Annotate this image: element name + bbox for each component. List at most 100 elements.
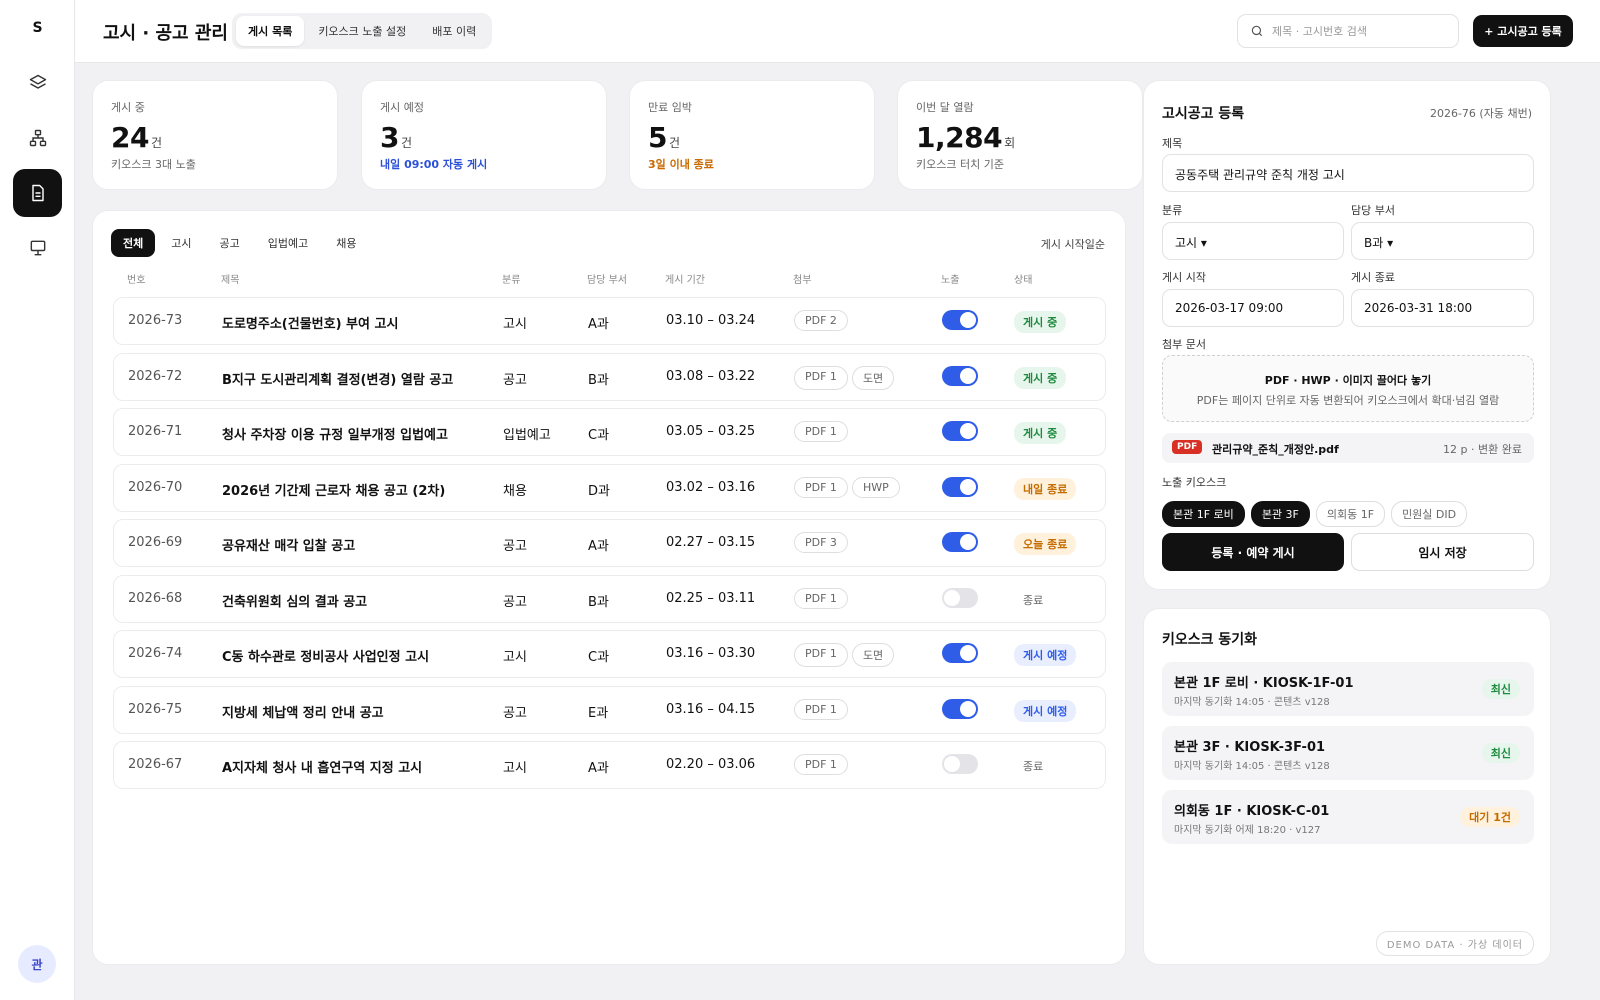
attachment-pill[interactable]: PDF 1 <box>794 698 848 720</box>
attachment-pill[interactable]: 도면 <box>851 643 895 667</box>
table-row[interactable]: 2026-69 공유재산 매각 입찰 공고 공고 A과 02.27 – 03.15 PDF… <box>113 519 1106 567</box>
search-input[interactable] <box>1272 24 1442 38</box>
sync-item[interactable]: 본관 3F · KIOSK-3F-01 마지막 동기화 14:05 · 콘텐츠 … <box>1162 726 1534 780</box>
notice-number: 2026-69 <box>128 535 183 550</box>
kiosk-exposure-toggle[interactable] <box>942 587 978 608</box>
attachments: PDF 1 도면 <box>794 643 895 667</box>
start-datetime-field[interactable]: 2026-03-17 09:00 <box>1162 289 1344 327</box>
kiosk-chip[interactable]: 민원실 DID <box>1391 501 1468 527</box>
table-row[interactable]: 2026-67 A지자체 청사 내 흡연구역 지정 고시 고시 A과 02.20 – 0… <box>113 741 1106 789</box>
filter-announcement[interactable]: 공고 <box>208 229 252 257</box>
sync-item[interactable]: 의회동 1F · KIOSK-C-01 마지막 동기화 어제 18:20 · v… <box>1162 790 1534 844</box>
attached-file[interactable]: PDF 관리규약_준칙_개정안.pdf 12 p · 변환 완료 <box>1162 433 1534 463</box>
notice-period: 03.16 – 04.15 <box>666 701 756 717</box>
notice-title[interactable]: 건축위원회 심의 결과 공고 <box>222 591 367 610</box>
notice-title[interactable]: 도로명주소(건물번호) 부여 고시 <box>222 313 398 332</box>
notice-dept: B과 <box>588 594 609 610</box>
tab-list[interactable]: 게시 목록 <box>236 16 305 46</box>
attachment-pill[interactable]: PDF 1 <box>794 643 848 667</box>
filter-recruit[interactable]: 채용 <box>324 229 368 257</box>
table-row[interactable]: 2026-68 건축위원회 심의 결과 공고 공고 B과 02.25 – 03.11 PD… <box>113 574 1106 623</box>
notice-title[interactable]: 2026년 기간제 근로자 채용 공고 (2차) <box>222 480 445 499</box>
table-row[interactable]: 2026-72 B지구 도시관리계획 결정(변경) 열람 공고 공고 B과 03.08 … <box>113 352 1106 401</box>
layers-icon <box>29 74 46 89</box>
table-row[interactable]: 2026-75 지방세 체납액 정리 안내 공고 공고 E과 03.16 – 04.15… <box>113 685 1106 734</box>
table-row[interactable]: 2026-74 C동 하수관로 정비공사 사업인정 고시 고시 C과 03.16 – 0… <box>113 630 1106 678</box>
monitor-icon <box>30 240 45 256</box>
notice-title[interactable]: C동 하수관로 정비공사 사업인정 고시 <box>222 646 429 665</box>
filter-all[interactable]: 전체 <box>111 229 156 257</box>
notice-title[interactable]: B지구 도시관리계획 결정(변경) 열람 공고 <box>222 369 453 388</box>
start-label: 게시 시작 <box>1162 271 1206 284</box>
filter-notice[interactable]: 고시 <box>159 229 203 257</box>
filter-legislation[interactable]: 입법예고 <box>256 229 320 257</box>
kiosk-exposure-toggle[interactable] <box>942 698 978 719</box>
stat-sub: 3일 이내 종료 <box>648 158 714 171</box>
sync-status-badge: 최신 <box>1481 679 1520 699</box>
kiosk-chip[interactable]: 본관 3F <box>1250 501 1310 527</box>
category-select[interactable]: 고시 ▾ <box>1162 222 1344 260</box>
stat-label: 만료 임박 <box>648 101 692 114</box>
nav-notices-button[interactable] <box>13 169 62 217</box>
kiosk-exposure-toggle[interactable] <box>942 310 978 330</box>
nav-layers-button[interactable] <box>13 59 62 107</box>
attachment-pill[interactable]: PDF 1 <box>794 421 848 442</box>
nav-org-button[interactable] <box>13 114 62 162</box>
notice-period: 03.02 – 03.16 <box>666 479 756 495</box>
add-notice-button[interactable]: + 고시공고 등록 <box>1473 15 1573 47</box>
sync-item[interactable]: 본관 1F 로비 · KIOSK-1F-01 마지막 동기화 14:05 · 콘… <box>1162 662 1534 716</box>
save-draft-button[interactable]: 임시 저장 <box>1351 533 1534 571</box>
notice-title[interactable]: 지방세 체납액 정리 안내 공고 <box>222 702 384 721</box>
submit-schedule-button[interactable]: 등록 · 예약 게시 <box>1162 533 1344 571</box>
attachment-pill[interactable]: PDF 3 <box>794 532 848 553</box>
attachment-pill[interactable]: 도면 <box>851 365 895 390</box>
notice-title[interactable]: A지자체 청사 내 흡연구역 지정 고시 <box>222 757 422 776</box>
kiosk-selector: 본관 1F 로비 본관 3F 의회동 1F 민원실 DID <box>1162 501 1468 527</box>
kiosk-chip[interactable]: 의회동 1F <box>1315 501 1386 527</box>
nav-kiosk-button[interactable] <box>13 224 62 272</box>
sort-dropdown[interactable]: 게시 시작일순 <box>1041 236 1105 252</box>
title-field[interactable]: 공동주택 관리규약 준칙 개정 고시 <box>1162 154 1534 192</box>
table-row[interactable]: 2026-73 도로명주소(건물번호) 부여 고시 고시 A과 03.10 – 03.2… <box>113 297 1106 345</box>
kiosk-exposure-toggle[interactable] <box>942 421 978 441</box>
user-avatar[interactable]: 관 <box>18 945 56 983</box>
dept-label: 담당 부서 <box>1351 204 1395 217</box>
notice-number: 2026-71 <box>128 424 183 439</box>
end-datetime-field[interactable]: 2026-03-31 18:00 <box>1351 289 1534 327</box>
search-box[interactable] <box>1237 14 1459 48</box>
status-badge: 오늘 종료 <box>1014 533 1077 555</box>
attachments: PDF 1 HWP <box>794 476 900 498</box>
kiosk-exposure-toggle[interactable] <box>942 643 978 663</box>
notice-dept: E과 <box>588 705 609 721</box>
table-row[interactable]: 2026-71 청사 주차장 이용 규정 일부개정 입법예고 입법예고 C과 03.05… <box>113 408 1106 456</box>
notice-list-card: 전체 고시 공고 입법예고 채용 게시 시작일순 번호 제목 분류 담당 부서 … <box>92 210 1126 965</box>
status-badge: 게시 예정 <box>1014 644 1077 666</box>
attachment-pill[interactable]: PDF 1 <box>794 476 848 498</box>
notice-category: 공고 <box>503 539 527 554</box>
tab-kiosk-settings[interactable]: 키오스크 노출 설정 <box>306 16 418 46</box>
app-logo[interactable]: S <box>0 20 75 36</box>
table-row[interactable]: 2026-70 2026년 기간제 근로자 채용 공고 (2차) 채용 D과 03.02… <box>113 463 1106 512</box>
kiosk-exposure-toggle[interactable] <box>942 365 978 386</box>
attachments: PDF 2 <box>794 310 848 331</box>
notice-title[interactable]: 청사 주차장 이용 규정 일부개정 입법예고 <box>222 424 448 443</box>
tab-history[interactable]: 배포 이력 <box>420 16 488 46</box>
notice-period: 02.20 – 03.06 <box>666 757 756 772</box>
file-dropzone[interactable]: PDF · HWP · 이미지 끌어다 놓기 PDF는 페이지 단위로 자동 변… <box>1162 355 1534 422</box>
attachment-pill[interactable]: PDF 1 <box>794 587 848 609</box>
notice-number: 2026-72 <box>128 368 183 384</box>
attachment-pill[interactable]: PDF 2 <box>794 310 848 331</box>
kiosk-chip[interactable]: 본관 1F 로비 <box>1162 501 1245 527</box>
kiosk-exposure-toggle[interactable] <box>942 754 978 774</box>
column-header-status: 상태 <box>1014 275 1033 286</box>
attachment-pill[interactable]: PDF 1 <box>794 365 848 390</box>
notice-title[interactable]: 공유재산 매각 입찰 공고 <box>222 535 355 554</box>
kiosk-exposure-toggle[interactable] <box>942 532 978 552</box>
demo-data-badge: DEMO DATA · 가상 데이터 <box>1375 931 1534 956</box>
stat-sub: 키오스크 3대 노출 <box>111 158 196 171</box>
column-header-title: 제목 <box>221 275 240 286</box>
attachment-pill[interactable]: HWP <box>851 476 900 498</box>
attachment-pill[interactable]: PDF 1 <box>794 754 848 775</box>
dept-select[interactable]: B과 ▾ <box>1351 222 1534 260</box>
kiosk-exposure-toggle[interactable] <box>942 476 978 497</box>
